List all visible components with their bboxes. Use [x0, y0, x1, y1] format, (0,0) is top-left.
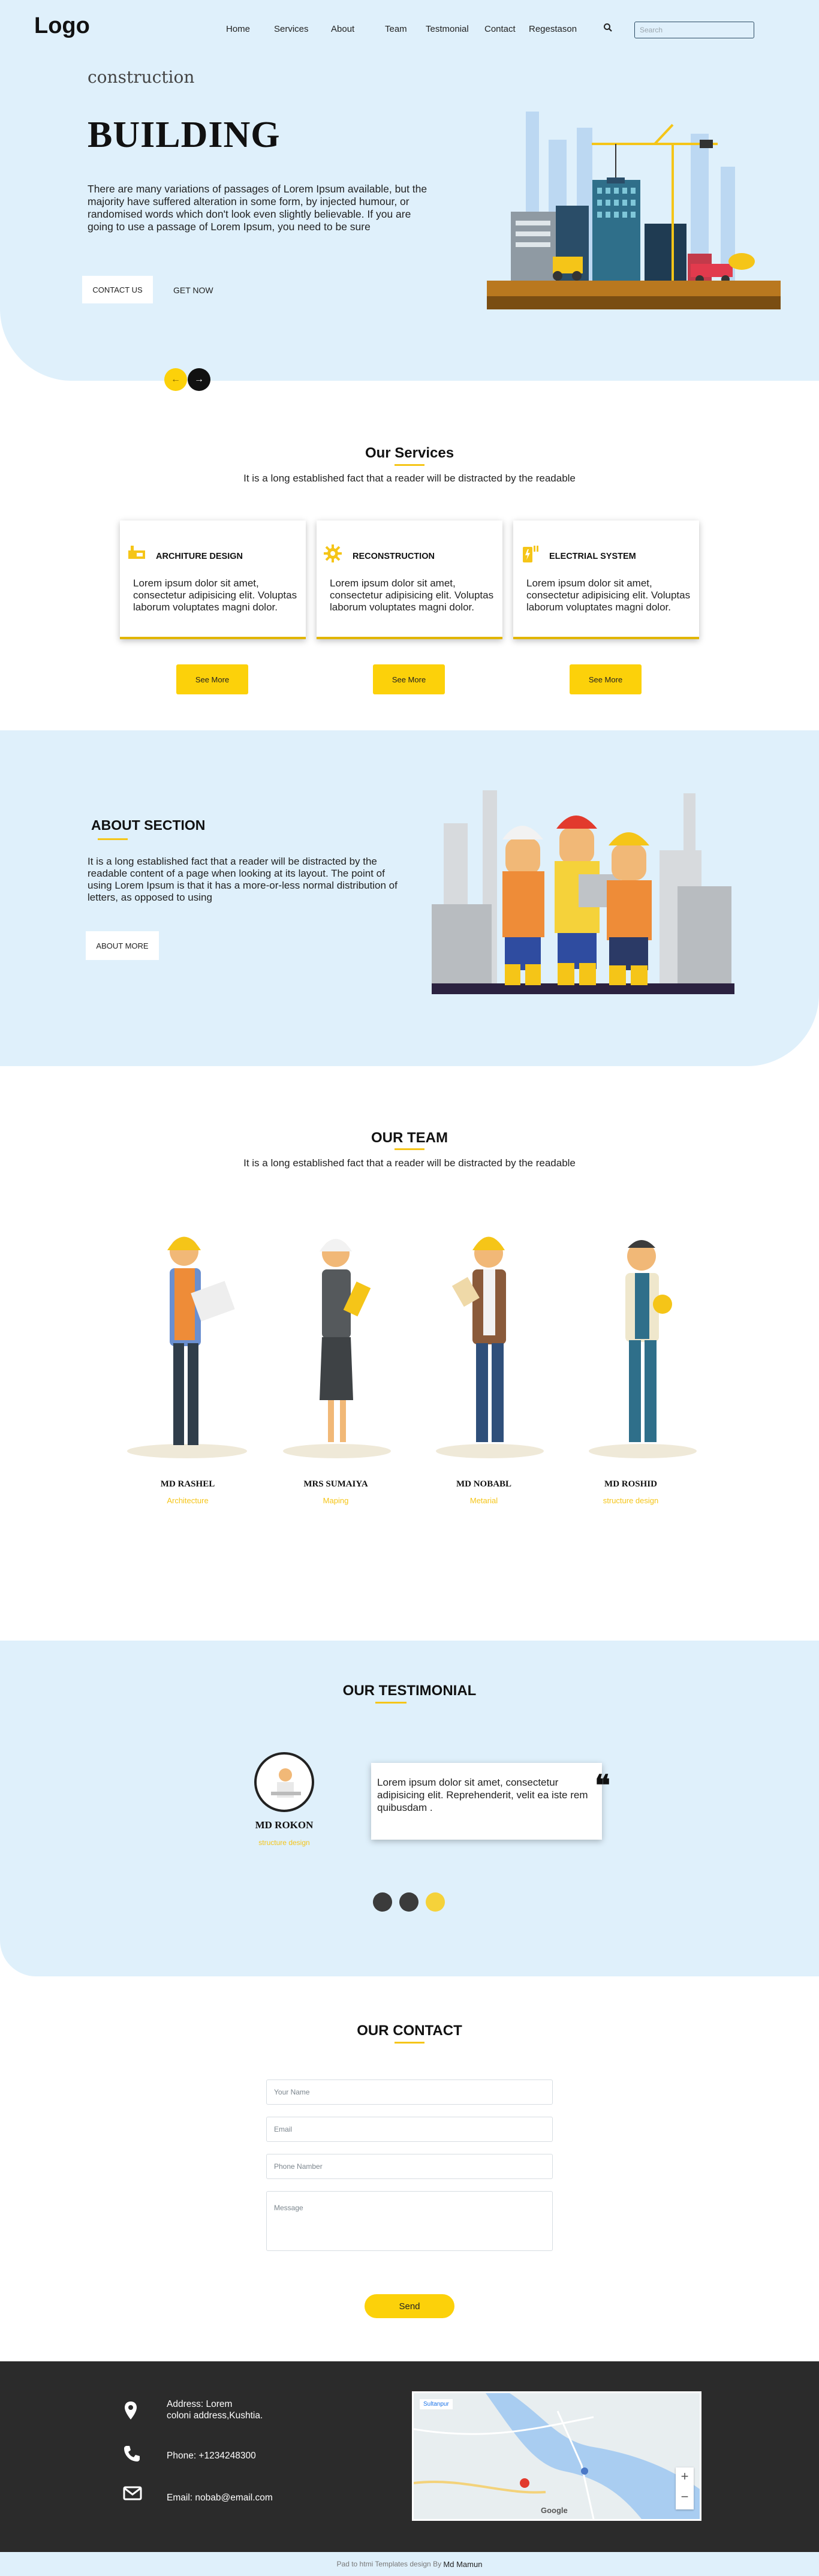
nav-contact[interactable]: Contact	[484, 24, 516, 34]
nav-team[interactable]: Team	[385, 24, 407, 34]
quote-icon: ❝	[595, 1769, 610, 1802]
about-more-button[interactable]: ABOUT MORE	[86, 931, 159, 960]
phone-icon	[124, 2446, 140, 2461]
service-card-architecture: ARCHITURE DESIGN Lorem ipsum dolor sit a…	[120, 520, 306, 639]
location-pin-icon	[125, 2402, 137, 2419]
team-subtitle: It is a long established fact that a rea…	[243, 1157, 576, 1169]
email-field[interactable]	[266, 2117, 553, 2142]
map-google-logo: Google	[541, 2506, 568, 2515]
map-roads	[414, 2393, 700, 2519]
about-text: It is a long established fact that a rea…	[88, 856, 398, 903]
nav-about[interactable]: About	[331, 24, 354, 34]
hero-subtitle: construction	[88, 67, 195, 87]
services-title: Our Services	[365, 445, 454, 461]
testimonial-dot-2[interactable]	[399, 1892, 418, 1912]
team-member-name: MD ROSHID	[604, 1479, 657, 1489]
team-member-role: structure design	[603, 1496, 659, 1505]
copyright-author[interactable]: Md Mamun	[443, 2560, 482, 2569]
nav-testimonial[interactable]: Testmonial	[426, 24, 469, 34]
service-card-title: ARCHITURE DESIGN	[156, 552, 243, 561]
copyright-bar: Pad to htmi Templates design By Md Mamun	[0, 2552, 819, 2576]
service-card-text: Lorem ipsum dolor sit amet, consectetur …	[133, 577, 297, 613]
get-now-button[interactable]: GET NOW	[173, 285, 213, 295]
testimonial-avatar	[254, 1752, 314, 1812]
services-underline	[395, 464, 424, 466]
search-icon[interactable]	[603, 23, 613, 32]
team-title: OUR TEAM	[371, 1130, 448, 1146]
email-icon	[123, 2486, 142, 2500]
blueprint-icon	[128, 546, 145, 559]
service-card-text: Lorem ipsum dolor sit amet, consectetur …	[526, 577, 691, 613]
next-slide-button[interactable]: →	[188, 368, 210, 391]
send-button[interactable]: Send	[365, 2294, 454, 2318]
testimonial-title: OUR TESTIMONIAL	[342, 1683, 477, 1699]
map-zoom-in-button[interactable]: +	[676, 2469, 694, 2484]
copyright-text: Pad to htmi Templates design By	[336, 2560, 442, 2568]
electric-plug-icon	[523, 546, 538, 562]
about-title: ABOUT SECTION	[91, 817, 206, 833]
workers-illustration	[432, 790, 734, 994]
location-map[interactable]: Sultanpur Google + −	[412, 2391, 701, 2521]
service-card-reconstruction: RECONSTRUCTION Lorem ipsum dolor sit ame…	[317, 520, 502, 639]
testimonial-role: structure design	[258, 1838, 310, 1847]
see-more-button[interactable]: See More	[176, 664, 248, 694]
team-member-role: Metarial	[469, 1496, 498, 1505]
team-member-name: MD RASHEL	[160, 1479, 215, 1489]
see-more-button[interactable]: See More	[373, 664, 445, 694]
footer-address-line2: coloni address,Kushtia.	[167, 2411, 263, 2421]
hero-text: There are many variations of passages of…	[88, 183, 427, 233]
team-member-role: Maping	[323, 1496, 349, 1505]
team-member-name: MD NOBABL	[456, 1479, 512, 1489]
search-input[interactable]	[634, 22, 754, 38]
nav-home[interactable]: Home	[226, 24, 250, 34]
see-more-button[interactable]: See More	[570, 664, 642, 694]
contact-underline	[395, 2042, 424, 2044]
map-zoom-controls: + −	[676, 2467, 694, 2509]
map-zoom-out-button[interactable]: −	[676, 2489, 694, 2505]
team-member-role: Architecture	[167, 1496, 209, 1505]
team-member-nobabl-avatar	[436, 1236, 544, 1458]
nav-services[interactable]: Services	[274, 24, 309, 34]
map-place-label: Sultanpur	[420, 2399, 453, 2409]
testimonial-quote: Lorem ipsum dolor sit amet, consectetur …	[377, 1777, 588, 1813]
contact-title: OUR CONTACT	[357, 2023, 462, 2039]
nav-registration[interactable]: Regestason	[529, 24, 577, 34]
phone-field[interactable]	[266, 2154, 553, 2179]
service-card-electrical: ELECTRIAL SYSTEM Lorem ipsum dolor sit a…	[513, 520, 699, 639]
prev-slide-button[interactable]: ←	[164, 368, 187, 391]
footer-address-line1: Address: Lorem	[167, 2399, 233, 2409]
hero-title: BUILDING	[88, 115, 281, 155]
testimonial-card: Lorem ipsum dolor sit amet, consectetur …	[371, 1763, 602, 1840]
page: Logo Home Services About Team Testmonial…	[0, 0, 819, 2576]
name-field[interactable]	[266, 2080, 553, 2105]
service-card-text: Lorem ipsum dolor sit amet, consectetur …	[330, 577, 494, 613]
service-card-title: ELECTRIAL SYSTEM	[549, 552, 636, 561]
testimonial-name: MD ROKON	[255, 1819, 314, 1831]
services-subtitle: It is a long established fact that a rea…	[243, 473, 576, 484]
testimonial-underline	[375, 1702, 407, 1704]
testimonial-dot-3-active[interactable]	[426, 1892, 445, 1912]
team-member-roshid-avatar	[589, 1240, 697, 1458]
service-card-title: RECONSTRUCTION	[353, 552, 435, 561]
gear-icon	[324, 544, 342, 562]
logo[interactable]: Logo	[34, 13, 90, 39]
about-underline	[98, 838, 128, 840]
construction-site-illustration	[487, 112, 781, 309]
testimonial-dot-1[interactable]	[373, 1892, 392, 1912]
footer-email: Email: nobab@email.com	[167, 2493, 273, 2503]
footer-phone: Phone: +1234248300	[167, 2451, 256, 2461]
contact-us-button[interactable]: CONTACT US	[82, 276, 153, 303]
team-member-name: MRS SUMAIYA	[303, 1479, 368, 1489]
message-field[interactable]	[266, 2191, 553, 2251]
team-underline	[395, 1148, 424, 1150]
team-member-sumaiya-avatar	[283, 1239, 391, 1458]
team-member-rashel-avatar	[127, 1236, 247, 1458]
